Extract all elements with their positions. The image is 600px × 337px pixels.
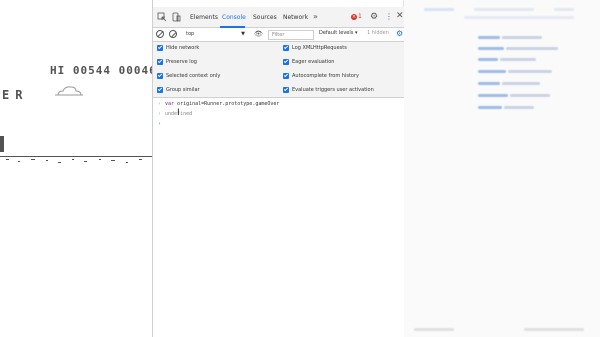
option-log-xhr[interactable]: Log XMLHttpRequests	[283, 45, 347, 51]
checkbox-checked[interactable]	[283, 59, 289, 65]
ground-texture	[6, 159, 142, 163]
error-count-badge[interactable]: × 1	[351, 13, 362, 20]
gear-icon[interactable]: ⚙	[370, 12, 378, 22]
kebab-menu-icon[interactable]: ⋮	[385, 12, 393, 21]
blurred-text	[508, 70, 552, 73]
result-arrow-icon: ‹	[158, 111, 162, 117]
tab-elements[interactable]: Elements	[190, 14, 218, 21]
option-evaluate-triggers[interactable]: Evaluate triggers user activation	[283, 87, 374, 93]
checkbox-checked[interactable]	[283, 45, 289, 51]
blurred-text	[504, 106, 534, 109]
context-value: top	[186, 31, 195, 37]
blurred-link	[478, 82, 500, 85]
blurred-link	[478, 94, 508, 97]
blurred-link	[478, 106, 502, 109]
option-autocomplete-history[interactable]: Autocomplete from history	[283, 73, 359, 79]
dino-fragment	[0, 136, 4, 152]
option-hide-network[interactable]: Hide network	[157, 45, 199, 51]
more-tabs-button[interactable]: »	[313, 12, 318, 21]
blurred-text	[510, 94, 550, 97]
console-settings-panel: Hide network Preserve log Selected conte…	[153, 42, 405, 98]
mouse-cursor-icon: I	[177, 108, 180, 118]
blurred-text	[424, 8, 454, 11]
hidden-count: 1 hidden	[367, 30, 389, 36]
console-result-line: ‹ undefined	[158, 111, 193, 117]
devtools-panel: Elements Console Sources Network » × 1 ⚙ …	[152, 0, 405, 337]
score-display: HI 00544 00046	[50, 64, 152, 77]
log-levels-select[interactable]: Default levels ▾	[319, 30, 357, 36]
blurred-link	[478, 47, 504, 50]
blurred-text	[506, 47, 558, 50]
tab-sources[interactable]: Sources	[253, 14, 277, 21]
device-toggle-icon[interactable]	[171, 12, 181, 22]
option-preserve-log[interactable]: Preserve log	[157, 59, 197, 65]
context-select[interactable]: top ▼	[183, 29, 249, 40]
blurred-text	[554, 8, 574, 11]
tab-network[interactable]: Network	[283, 14, 308, 21]
blurred-link	[478, 36, 500, 39]
console-input-line: › var original=Runner.prototype.gameOver	[158, 101, 280, 107]
checkbox-checked[interactable]	[157, 45, 163, 51]
blurred-text	[464, 16, 574, 19]
blurred-link	[478, 70, 506, 73]
error-icon: ×	[351, 14, 357, 20]
option-selected-context[interactable]: Selected context only	[157, 73, 220, 79]
console-toolbar: top ▼ 👁 Filter Default levels ▾ 1 hidden…	[153, 28, 405, 42]
option-group-similar[interactable]: Group similar	[157, 87, 200, 93]
ground-line	[0, 156, 152, 157]
checkbox-checked[interactable]	[283, 73, 289, 79]
blurred-text	[524, 328, 584, 331]
close-icon[interactable]: ✕	[396, 11, 404, 21]
tab-console[interactable]: Console	[222, 14, 246, 21]
console-settings-gear-icon[interactable]: ⚙	[396, 29, 403, 38]
eye-icon[interactable]: 👁	[254, 30, 263, 38]
blurred-text	[500, 58, 536, 61]
blurred-text	[474, 8, 534, 11]
game-over-text: ER	[2, 88, 29, 102]
background-page	[404, 0, 600, 337]
cloud-icon	[55, 86, 83, 96]
option-eager-evaluation[interactable]: Eager evaluation	[283, 59, 334, 65]
sidebar-toggle-icon[interactable]	[156, 30, 164, 38]
blurred-text	[502, 82, 540, 85]
checkbox-checked[interactable]	[157, 59, 163, 65]
blurred-text	[502, 36, 542, 39]
input-arrow-icon: ›	[158, 101, 162, 107]
blurred-link	[478, 58, 498, 61]
checkbox-checked[interactable]	[157, 87, 163, 93]
game-page: HI 00544 00046 ER	[0, 0, 152, 337]
checkbox-checked[interactable]	[283, 87, 289, 93]
console-prompt[interactable]: ›	[158, 121, 165, 127]
devtools-tabbar: Elements Console Sources Network » × 1 ⚙ …	[153, 7, 405, 28]
inspect-element-icon[interactable]	[157, 12, 167, 22]
chevron-down-icon: ▼	[241, 31, 245, 37]
clear-console-icon[interactable]	[169, 30, 177, 38]
error-count: 1	[358, 13, 362, 20]
console-output[interactable]: › var original=Runner.prototype.gameOver …	[153, 98, 405, 337]
blurred-text	[414, 328, 454, 331]
checkbox-checked[interactable]	[157, 73, 163, 79]
filter-input[interactable]: Filter	[268, 30, 314, 40]
